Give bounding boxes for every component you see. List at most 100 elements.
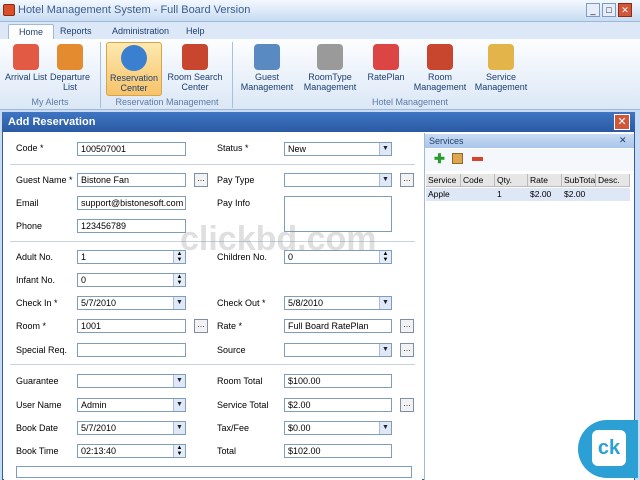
globe-icon: [121, 45, 147, 71]
guarantee-select[interactable]: ▼: [77, 374, 186, 388]
table-cell-desc[interactable]: [596, 188, 630, 201]
guest-name-label: Guest Name *: [16, 175, 73, 185]
chevron-down-icon[interactable]: ▼: [379, 344, 391, 356]
table-cell-subtotal[interactable]: $2.00: [562, 188, 596, 201]
divider: [10, 364, 415, 365]
divider: [10, 164, 415, 165]
close-icon[interactable]: ✕: [619, 135, 627, 146]
spin-arrows-icon[interactable]: ▲ ▼: [173, 274, 185, 286]
special-req-label: Special Req.: [16, 345, 68, 355]
book-time-stepper[interactable]: 02:13:40 ▲ ▼: [77, 444, 186, 458]
arrival-list-button[interactable]: Arrival List: [2, 42, 50, 96]
tab-home[interactable]: Home: [8, 24, 55, 39]
service-total-browse-button[interactable]: …: [400, 398, 414, 412]
column-header-rate[interactable]: Rate: [528, 174, 562, 187]
chevron-down-icon[interactable]: ▼: [173, 375, 185, 387]
rateplan-button[interactable]: RatePlan: [362, 42, 410, 96]
guest-name-input[interactable]: Bistone Fan: [77, 173, 186, 187]
roomtype-management-button[interactable]: RoomType Management: [300, 42, 360, 96]
infant-no-stepper[interactable]: 0 ▲ ▼: [77, 273, 186, 287]
room-management-button[interactable]: Room Management: [412, 42, 468, 96]
close-window-button[interactable]: ✕: [618, 3, 632, 17]
maximize-button[interactable]: □: [602, 3, 616, 17]
departure-list-button[interactable]: Departure List: [46, 42, 94, 96]
code-label: Code *: [16, 143, 44, 153]
remove-icon[interactable]: [472, 157, 483, 161]
pay-info-label: Pay Info: [217, 198, 251, 208]
service-total-label: Service Total: [217, 400, 269, 410]
phone-input[interactable]: 123456789: [77, 219, 186, 233]
services-panel-title: Services: [425, 134, 634, 148]
book-date-picker[interactable]: 5/7/2010 ▼: [77, 421, 186, 435]
guest-browse-button[interactable]: …: [194, 173, 208, 187]
pay-type-label: Pay Type: [217, 175, 255, 185]
group-label-my-alerts: My Alerts: [31, 97, 69, 107]
pay-type-browse-button[interactable]: …: [400, 173, 414, 187]
tab-reports[interactable]: Reports: [50, 24, 102, 39]
special-req-input[interactable]: [77, 343, 186, 357]
column-header-subtotal[interactable]: SubTota: [562, 174, 596, 187]
edit-icon[interactable]: [452, 153, 463, 164]
check-in-label: Check In *: [16, 298, 58, 308]
tab-administration[interactable]: Administration: [102, 24, 179, 39]
group-label-reservation-management: Reservation Management: [115, 97, 219, 107]
departure-icon: [57, 44, 83, 70]
guest-management-button[interactable]: Guest Management: [238, 42, 296, 96]
table-cell-code[interactable]: [461, 188, 495, 201]
service-total-value: $2.00: [284, 398, 392, 412]
spin-arrows-icon[interactable]: ▲ ▼: [173, 445, 185, 457]
source-select[interactable]: ▼: [284, 343, 392, 357]
column-header-desc[interactable]: Desc.: [596, 174, 630, 187]
check-in-date[interactable]: 5/7/2010 ▼: [77, 296, 186, 310]
room-search-center-button[interactable]: Room Search Center: [166, 42, 224, 96]
table-cell-rate[interactable]: $2.00: [528, 188, 562, 201]
table-cell-service[interactable]: Apple: [426, 188, 461, 201]
dialog-close-button[interactable]: ✕: [614, 114, 630, 130]
arrival-icon: [13, 44, 39, 70]
rate-input[interactable]: Full Board RatePlan: [284, 319, 392, 333]
minimize-button[interactable]: _: [586, 3, 600, 17]
logo-mark: ck: [592, 430, 626, 466]
room-input[interactable]: 1001: [77, 319, 186, 333]
add-icon[interactable]: ✚: [434, 151, 445, 167]
code-input[interactable]: 100507001: [77, 142, 186, 156]
reservation-center-button[interactable]: Reservation Center: [106, 42, 162, 96]
building-icon: [317, 44, 343, 70]
source-browse-button[interactable]: …: [400, 343, 414, 357]
book-date-label: Book Date: [16, 423, 59, 433]
column-header-qty[interactable]: Qty.: [495, 174, 528, 187]
rate-browse-button[interactable]: …: [400, 319, 414, 333]
tax-fee-select[interactable]: $0.00 ▼: [284, 421, 392, 435]
house-search-icon: [182, 44, 208, 70]
group-divider: [232, 42, 233, 108]
user-name-select[interactable]: Admin ▼: [77, 398, 186, 412]
room-label: Room *: [16, 321, 47, 331]
group-label-hotel-management: Hotel Management: [371, 97, 449, 107]
chevron-down-icon[interactable]: ▼: [173, 399, 185, 411]
chevron-down-icon[interactable]: ▼: [379, 174, 391, 186]
chevron-down-icon[interactable]: ▼: [173, 422, 185, 434]
tab-help[interactable]: Help: [176, 24, 215, 39]
adult-no-stepper[interactable]: 1 ▲ ▼: [77, 250, 186, 264]
status-label: Status *: [217, 143, 249, 153]
spin-arrows-icon[interactable]: ▲ ▼: [379, 251, 391, 263]
service-management-button[interactable]: Service Management: [472, 42, 530, 96]
table-cell-qty[interactable]: 1: [495, 188, 528, 201]
check-out-date[interactable]: 5/8/2010 ▼: [284, 296, 392, 310]
calendar-icon: [373, 44, 399, 70]
email-input[interactable]: support@bistonesoft.com: [77, 196, 186, 210]
pay-type-select[interactable]: ▼: [284, 173, 392, 187]
phone-label: Phone: [16, 221, 43, 231]
column-header-service[interactable]: Service: [426, 174, 461, 187]
chevron-down-icon[interactable]: ▼: [173, 297, 185, 309]
chevron-down-icon[interactable]: ▼: [379, 422, 391, 434]
watermark: clickbd.com: [180, 220, 377, 258]
tax-fee-label: Tax/Fee: [217, 423, 250, 433]
status-select[interactable]: New ▼: [284, 142, 392, 156]
logo: ck: [578, 420, 638, 478]
column-header-code[interactable]: Code: [461, 174, 495, 187]
chevron-down-icon[interactable]: ▼: [379, 143, 391, 155]
notes-textarea[interactable]: [16, 466, 412, 478]
room-browse-button[interactable]: …: [194, 319, 208, 333]
chevron-down-icon[interactable]: ▼: [379, 297, 391, 309]
